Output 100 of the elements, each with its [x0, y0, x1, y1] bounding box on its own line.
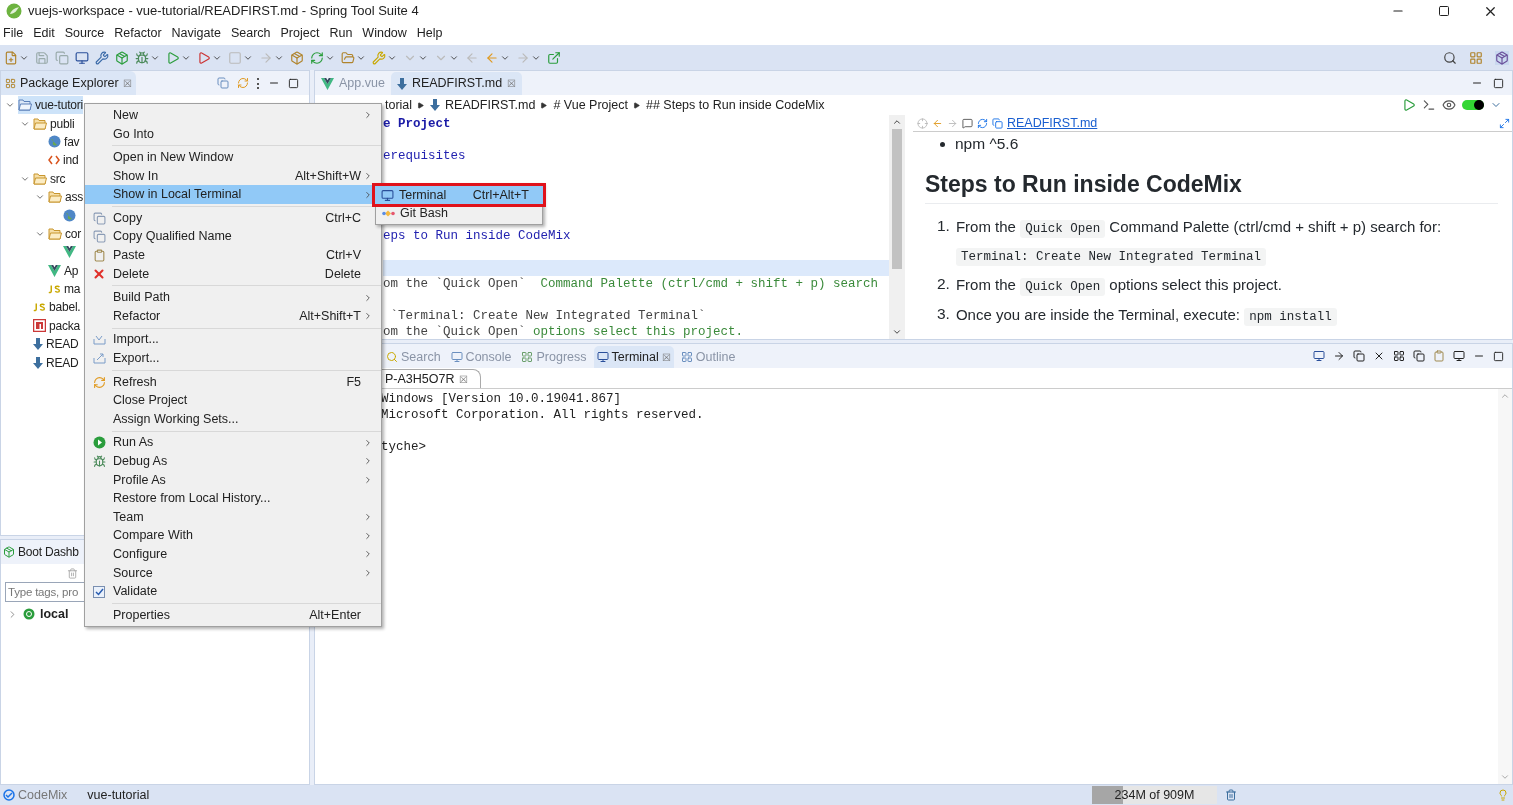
tree-item[interactable]: packa: [33, 316, 81, 336]
terminal-tab[interactable]: P-A3H5O7R ☒: [381, 369, 482, 388]
tree-item[interactable]: Ap: [48, 261, 79, 280]
menu-item[interactable]: Profile As: [85, 470, 381, 490]
paste-icon[interactable]: [1433, 350, 1445, 362]
copy-icon[interactable]: [992, 117, 1003, 129]
lightbulb-icon[interactable]: [1497, 789, 1509, 801]
monitor-icon[interactable]: [1453, 350, 1465, 362]
menu-item[interactable]: Refresh F5: [85, 372, 381, 392]
menu-item[interactable]: Compare With: [85, 526, 381, 546]
expand-icon[interactable]: [1499, 117, 1510, 129]
bug-icon[interactable]: [135, 50, 149, 65]
checkbox[interactable]: [93, 585, 105, 598]
menu-item[interactable]: Show In Alt+Shift+W: [85, 166, 381, 186]
menu-item[interactable]: Navigate: [171, 24, 221, 43]
maximize-icon[interactable]: [288, 77, 299, 89]
eye-icon[interactable]: [1442, 98, 1456, 112]
tree-item[interactable]: ass: [48, 187, 84, 207]
copy-icon[interactable]: [1413, 350, 1425, 362]
editor-tab[interactable]: READFIRST.md ☒: [390, 72, 523, 95]
menu-item[interactable]: Help: [416, 24, 443, 43]
menu-item[interactable]: Build Path: [85, 288, 381, 307]
new-file-icon[interactable]: [4, 50, 18, 65]
refresh-icon[interactable]: [310, 50, 324, 65]
grid-icon[interactable]: [1393, 350, 1405, 362]
back-icon[interactable]: [932, 117, 943, 129]
menu-item[interactable]: Copy Qualified Name: [85, 227, 381, 247]
folder-icon[interactable]: [341, 50, 355, 65]
menu-item[interactable]: Terminal Ctrl+Alt+T: [375, 186, 543, 204]
back-icon[interactable]: [485, 50, 499, 65]
menu-item[interactable]: File: [3, 24, 24, 43]
scroll-up-icon[interactable]: [892, 117, 902, 127]
menu-item[interactable]: Go Into: [85, 124, 381, 144]
menu-item[interactable]: Configure: [85, 545, 381, 564]
panel-tab[interactable]: Package Explorer ☒: [1, 71, 136, 95]
menu-item[interactable]: Restore from Local History...: [85, 489, 381, 508]
tree-item[interactable]: ma: [48, 279, 81, 299]
new-terminal-icon[interactable]: [1313, 350, 1325, 362]
refresh-icon[interactable]: [977, 117, 988, 129]
tree-item[interactable]: ind: [48, 151, 79, 170]
menu-item[interactable]: Source: [64, 24, 105, 43]
menu-item[interactable]: Run As: [85, 433, 381, 453]
scrollbar[interactable]: [889, 115, 905, 339]
menu-item[interactable]: Edit: [33, 24, 55, 43]
tree-item-label[interactable]: local: [40, 604, 69, 624]
view-menu-icon[interactable]: [257, 77, 260, 89]
close-icon[interactable]: ☒: [661, 349, 671, 365]
menu-item[interactable]: Import...: [85, 330, 381, 350]
close-icon[interactable]: ☒: [507, 76, 517, 91]
breadcrumb-item[interactable]: torial: [385, 95, 413, 115]
breadcrumb-item[interactable]: ## Steps to Run inside CodeMix: [646, 95, 825, 115]
tree-item[interactable]: vue-tutori: [18, 96, 84, 115]
run-icon[interactable]: [1402, 98, 1416, 112]
save-icon[interactable]: [35, 50, 49, 65]
close-icon[interactable]: ☒: [122, 75, 132, 91]
menu-item[interactable]: Project: [280, 24, 320, 43]
run-icon[interactable]: [197, 50, 211, 65]
scroll-down-icon[interactable]: [892, 327, 902, 337]
menu-item[interactable]: Open in New Window: [85, 148, 381, 167]
menu-item[interactable]: Window: [362, 24, 407, 43]
comment-icon[interactable]: [962, 117, 973, 129]
menu-item[interactable]: Properties Alt+Enter: [85, 605, 381, 625]
close-icon[interactable]: ☒: [459, 371, 469, 387]
maximize-icon[interactable]: [1493, 350, 1504, 362]
view-tab[interactable]: Terminal ☒: [593, 346, 674, 368]
tree-item[interactable]: babel.: [33, 298, 81, 317]
menu-item[interactable]: Debug As: [85, 452, 381, 471]
external-icon[interactable]: [547, 50, 561, 65]
tree-item[interactable]: fav: [48, 132, 80, 152]
crosshair-icon[interactable]: [917, 117, 928, 129]
tree-item[interactable]: READ: [33, 335, 79, 354]
tree-item[interactable]: cor: [48, 224, 82, 244]
forward-icon[interactable]: [947, 117, 958, 129]
status-text[interactable]: CodeMix: [18, 785, 68, 805]
breadcrumb-item[interactable]: # Vue Project: [553, 95, 628, 115]
menu-item[interactable]: New: [85, 106, 381, 125]
tree-item[interactable]: READ: [33, 353, 79, 372]
menu-item[interactable]: Git Bash: [376, 204, 542, 222]
save-all-icon[interactable]: [55, 50, 69, 65]
menu-item[interactable]: Refactor: [114, 24, 162, 43]
file-link[interactable]: READFIRST.md: [1007, 113, 1098, 133]
menu-item[interactable]: Delete Delete: [85, 264, 381, 284]
menu-item[interactable]: Search: [230, 24, 271, 43]
wrench-icon[interactable]: [95, 50, 109, 65]
tree-item[interactable]: publi: [33, 114, 75, 133]
search-icon[interactable]: [1443, 50, 1457, 65]
tree-item[interactable]: src: [33, 169, 66, 188]
menu-item[interactable]: Source: [85, 563, 381, 583]
breadcrumb-item[interactable]: READFIRST.md: [445, 95, 536, 115]
menu-item[interactable]: Paste Ctrl+V: [85, 246, 381, 265]
maximize-icon[interactable]: [1493, 77, 1504, 89]
menu-item[interactable]: Close Project: [85, 391, 381, 410]
garbage-collect-icon[interactable]: [1225, 789, 1237, 801]
play-icon[interactable]: [166, 50, 180, 65]
menu-item[interactable]: Run: [329, 24, 353, 43]
terminal-icon[interactable]: [1422, 98, 1436, 112]
menu-item[interactable]: Assign Working Sets...: [85, 409, 381, 429]
disconnect-icon[interactable]: [1373, 350, 1385, 362]
menu-item[interactable]: Team: [85, 507, 381, 527]
menu-item[interactable]: Export...: [85, 349, 381, 368]
